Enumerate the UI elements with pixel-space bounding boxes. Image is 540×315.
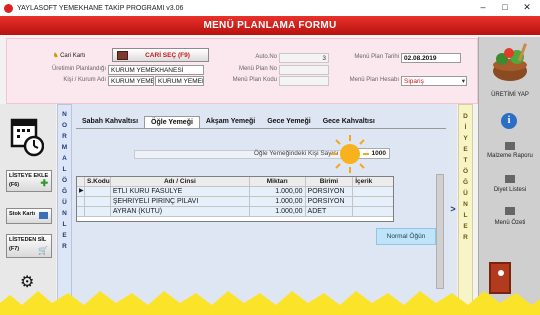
kisi-kurum-field-1[interactable]: KURUM YEMEKI — [108, 76, 154, 86]
sun-icon — [330, 134, 370, 174]
kisi-sayisi-label: Öğle Yemeğindeki Kişi Sayısı : — [253, 150, 342, 157]
close-button[interactable]: ✕ — [516, 0, 538, 16]
printer-icon — [505, 207, 515, 215]
listeye-ekle-button[interactable]: LİSTEYE EKLE (F6) ✚ — [6, 170, 52, 192]
col-skodu[interactable]: S.Kodu — [85, 177, 111, 186]
add-icon: ✚ — [40, 178, 48, 188]
chevron-down-icon: ▾ — [461, 78, 465, 85]
menu-ozeti-button[interactable]: Menü Özeti — [483, 220, 537, 226]
app-window: YAYLASOFT YEMEKHANE TAKİP PROGRAMI v3.06… — [0, 0, 540, 315]
folder-icon — [117, 51, 128, 60]
kisi-kurum-field-2[interactable]: KURUM YEMEKI — [155, 76, 204, 86]
table-row[interactable]: ▶ ETLİ KURU FASÜLYE 1.000,00 PORSİYON — [77, 187, 393, 197]
table-scrollbar[interactable] — [436, 174, 444, 289]
menu-plan-kodu-label: Menü Plan Kodu — [232, 77, 277, 83]
maximize-button[interactable]: □ — [494, 0, 516, 16]
uretimi-yap-button[interactable]: ÜRETİMİ YAP — [483, 92, 537, 98]
table-row[interactable]: ŞEHRİYELİ PİRİNÇ PİLAVI 1.000,00 PORSİYO… — [77, 197, 393, 207]
window-title: YAYLASOFT YEMEKHANE TAKİP PROGRAMI v3.06 — [17, 4, 184, 12]
info-icon[interactable]: i — [501, 113, 517, 129]
menu-plan-hesabi-select[interactable]: Sipariş ▾ — [401, 76, 467, 86]
diyet-listesi-button[interactable]: Diyet Listesi — [483, 187, 537, 193]
printer-icon — [505, 175, 515, 183]
menu-plan-kodu-field[interactable] — [279, 76, 329, 86]
col-adi-cinsi[interactable]: Adı / Cinsi — [111, 177, 250, 186]
diyet-ogunler-strip[interactable]: D İ Y E T Ö Ğ Ü N L E R — [458, 104, 473, 315]
card-icon — [39, 212, 48, 219]
normal-ogunler-strip[interactable]: N O R M A L Ö Ğ Ü N L E R — [57, 104, 72, 315]
printer-icon — [505, 142, 515, 150]
normal-ogun-button[interactable]: Normal Öğün — [376, 228, 436, 245]
stok-karti-button[interactable]: Stok Kartı — [6, 208, 52, 224]
left-action-panel: LİSTEYE EKLE (F6) ✚ Stok Kartı LİSTEDEN … — [0, 104, 56, 315]
menu-plan-tarihi-field[interactable]: 02.08.2019 — [401, 53, 461, 63]
torn-edge-decoration — [0, 291, 540, 315]
cart-icon: 🛒 — [38, 246, 48, 255]
tab-divider — [76, 128, 446, 129]
menu-plan-no-field[interactable] — [279, 65, 329, 75]
menu-form-panel: ♞ Cari Kartı CARİ SEÇ (F9) Üretimin Plan… — [6, 38, 478, 104]
menu-plan-tarihi-label: Menü Plan Tarihi — [354, 54, 399, 60]
app-icon — [4, 3, 13, 13]
auto-no-field: 3 — [279, 53, 329, 63]
menu-plan-hesabi-label: Menü Plan Hesabı — [349, 77, 399, 83]
menu-items-table: S.Kodu Adı / Cinsi Miktarı Birimi İçerik… — [76, 176, 394, 222]
meal-content-area: Sabah Kahvaltısı Öğle Yemeği Akşam Yemeğ… — [72, 104, 449, 315]
uretim-planlandigi-label: Üretimin Planlandığı — [51, 66, 106, 72]
menu-plan-no-label: Menü Plan No — [238, 66, 277, 72]
calendar-clock-icon — [10, 116, 45, 158]
minimize-button[interactable]: – — [472, 0, 494, 16]
person-icon: ♞ — [53, 53, 59, 59]
title-bar: YAYLASOFT YEMEKHANE TAKİP PROGRAMI v3.06… — [0, 0, 540, 16]
form-header: MENÜ PLANLAMA FORMU — [0, 16, 540, 35]
col-miktari[interactable]: Miktarı — [250, 177, 306, 186]
switch-ogun-arrow-button[interactable]: > — [449, 104, 457, 315]
table-header: S.Kodu Adı / Cinsi Miktarı Birimi İçerik — [77, 177, 393, 187]
col-icerik[interactable]: İçerik — [353, 177, 393, 186]
cari-karti-label: ♞ Cari Kartı — [53, 53, 86, 59]
malzeme-raporu-button[interactable]: Malzeme Raporu — [483, 153, 537, 159]
listeden-sil-button[interactable]: LİSTEDEN SİL (F7) 🛒 — [6, 234, 52, 258]
right-action-panel: ÜRETİMİ YAP i Malzeme Raporu Diyet Liste… — [478, 37, 540, 315]
cooking-pot-icon — [487, 41, 533, 85]
row-pointer-icon: ▶ — [79, 187, 85, 196]
table-row[interactable]: AYRAN (KUTU) 1.000,00 ADET — [77, 207, 393, 217]
uretim-planlandigi-field[interactable]: KURUM YEMEKHANESİ — [108, 65, 204, 75]
col-birimi[interactable]: Birimi — [306, 177, 354, 186]
cari-sec-button[interactable]: CARİ SEÇ (F9) — [112, 48, 209, 62]
kisi-kurum-label: Kişi / Kurum Adı — [63, 77, 106, 83]
auto-no-label: Auto.No — [255, 54, 277, 60]
